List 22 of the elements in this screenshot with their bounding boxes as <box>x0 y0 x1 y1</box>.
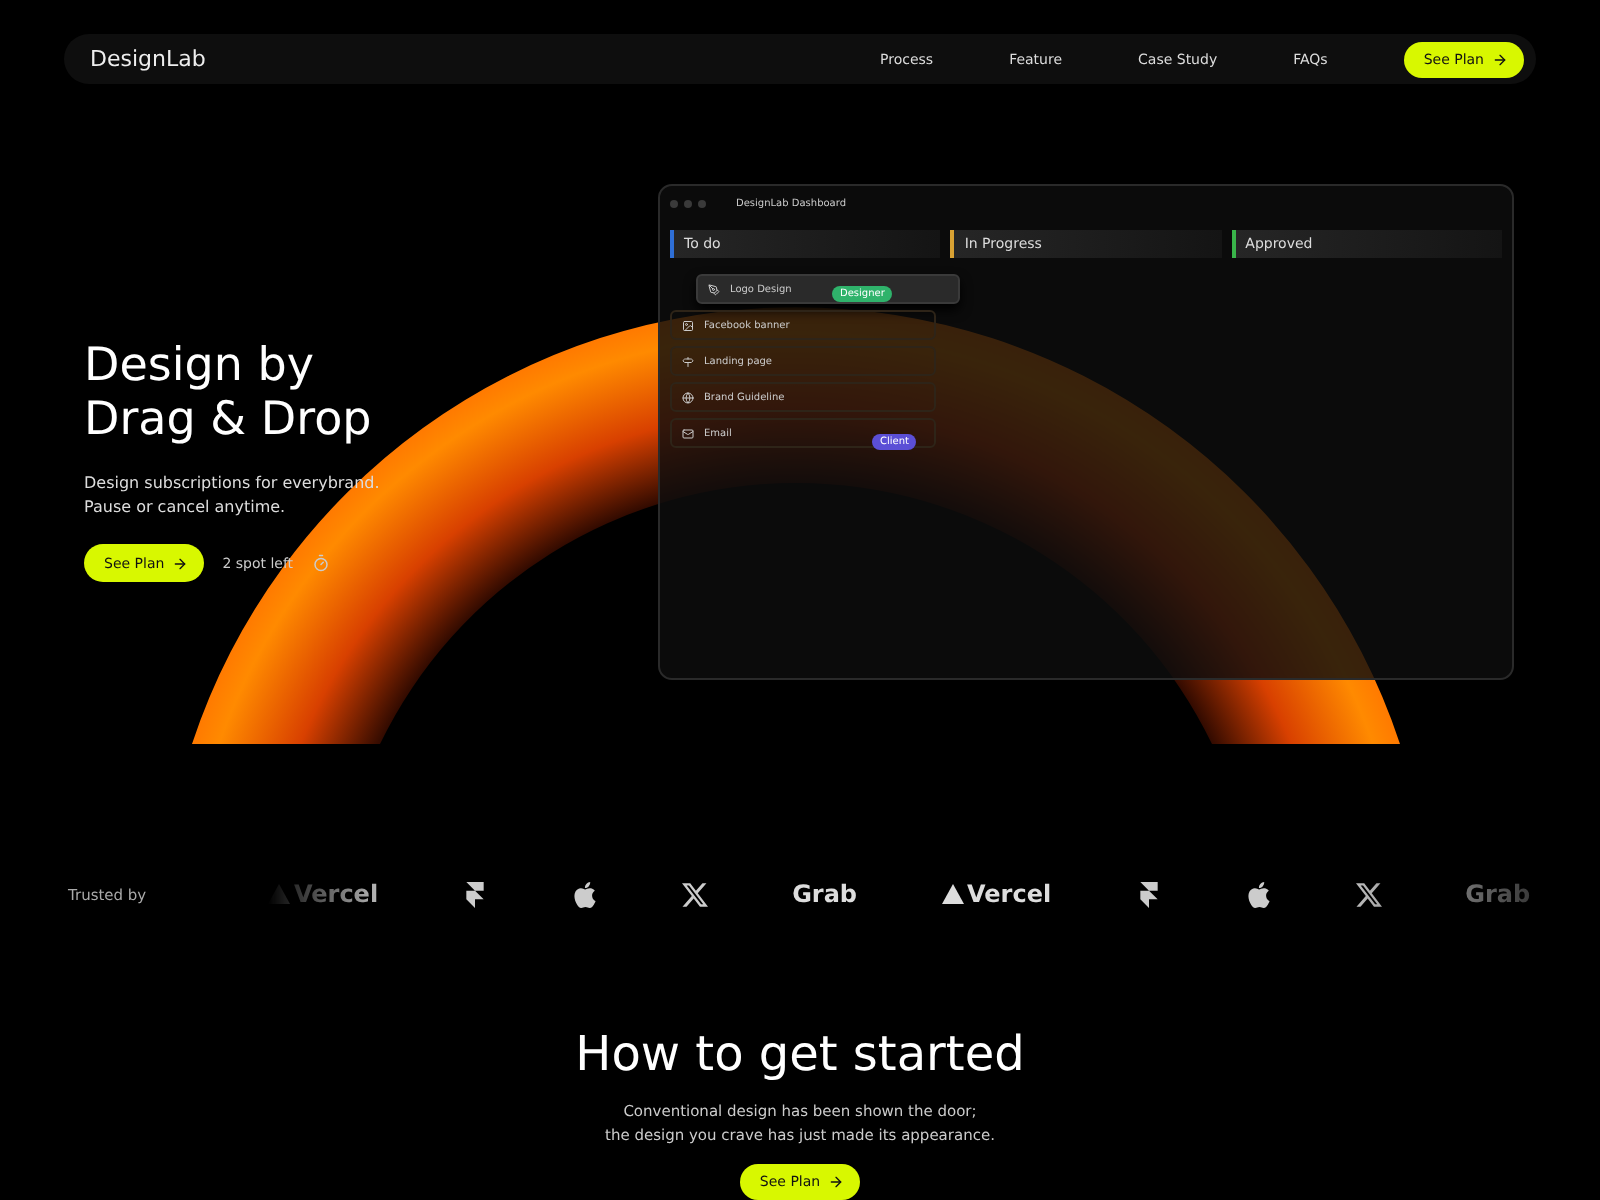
image-icon <box>682 319 694 332</box>
globe-icon <box>682 391 694 404</box>
grab-logo: Grab <box>792 880 858 909</box>
vercel-logo: Vercel <box>941 880 1052 909</box>
framer-logo-icon <box>1135 881 1162 908</box>
mail-icon <box>682 427 694 440</box>
grab-logo: Grab <box>1465 880 1531 909</box>
sign-icon <box>682 355 694 368</box>
arrow-right-icon <box>172 555 189 572</box>
apple-logo-icon <box>1245 881 1272 908</box>
brand-logo[interactable]: DesignLab <box>90 46 880 73</box>
apple-logo-icon <box>572 881 599 908</box>
section-title: How to get started <box>575 1026 1025 1082</box>
vercel-logo: Vercel <box>268 880 379 909</box>
x-logo-icon <box>1355 881 1382 908</box>
arrow-right-icon <box>1492 51 1508 68</box>
arrow-right-icon <box>828 1174 845 1190</box>
pen-icon <box>708 283 720 296</box>
timer-icon <box>311 554 330 573</box>
framer-logo-icon <box>462 881 489 908</box>
x-logo-icon <box>682 881 709 908</box>
hero-title: Design by Drag & Drop <box>84 340 374 449</box>
